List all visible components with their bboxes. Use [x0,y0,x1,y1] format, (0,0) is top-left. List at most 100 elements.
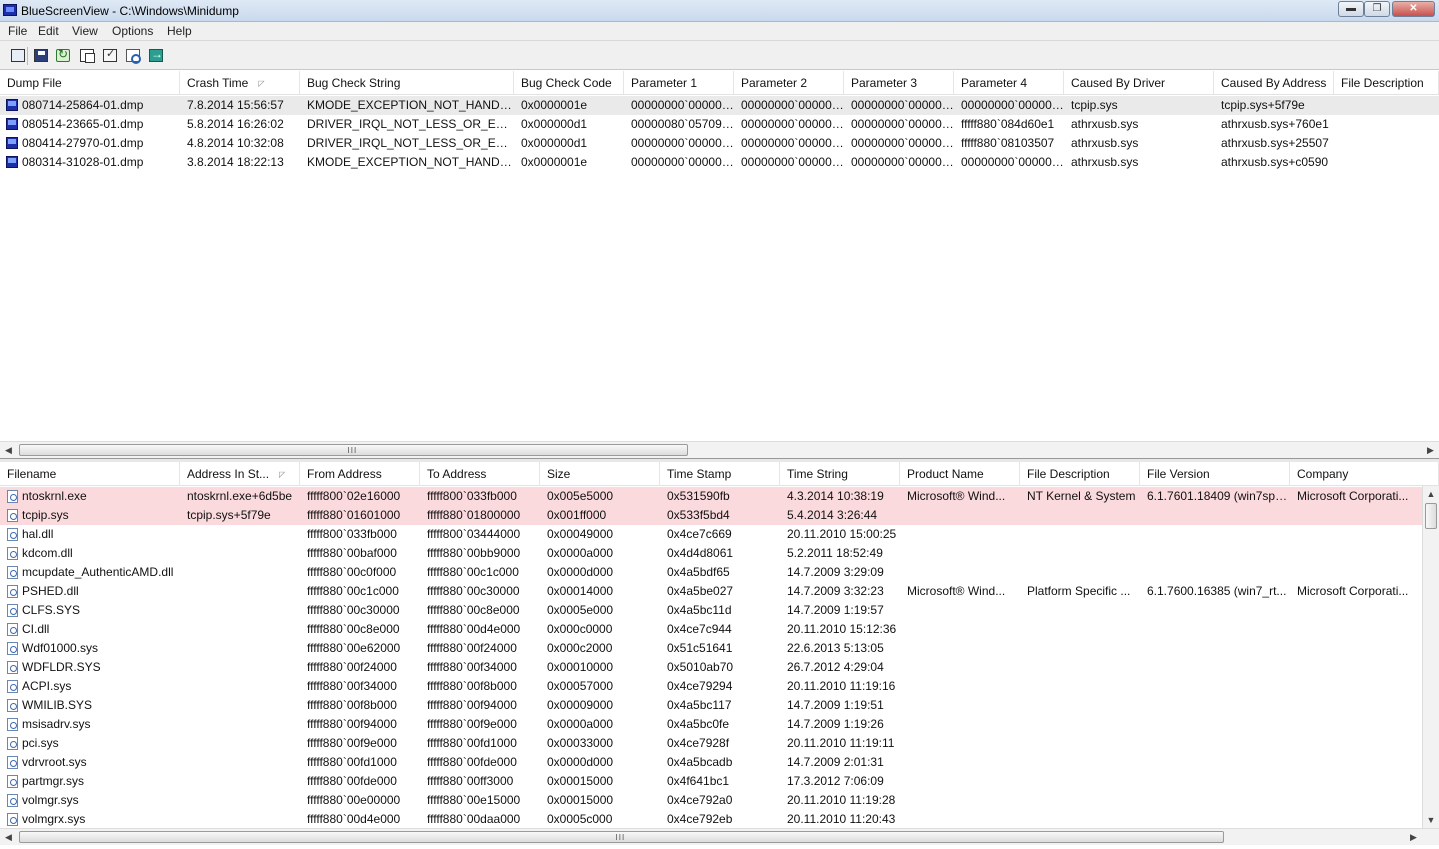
cell-to-address: fffff880`00d4e000 [427,622,521,636]
scroll-right-icon[interactable]: ▶ [1405,829,1422,846]
column-header-parameter-4[interactable]: Parameter 4 [954,71,1064,95]
scrollbar-thumb[interactable]: III [19,831,1224,843]
scroll-up-icon[interactable]: ▲ [1423,486,1439,502]
dump-horizontal-scrollbar[interactable]: ◀ III ▶ [0,441,1439,458]
driver-row[interactable]: vdrvroot.sys fffff880`00fd1000 fffff880`00… [0,753,1439,772]
column-header-product-name[interactable]: Product Name [900,462,1020,486]
driver-row[interactable]: WMILIB.SYS fffff880`00f8b000 fffff880`00f9… [0,696,1439,715]
menu-view[interactable]: View [72,24,98,38]
cell-address-in-st [180,658,300,677]
save-icon[interactable] [32,47,50,64]
minimize-button[interactable]: ▬ [1338,1,1364,17]
cell-file-description [1020,677,1140,696]
cell-to-address: fffff880`00f94000 [427,698,517,712]
column-header-address-in-stack[interactable]: Address In St... ◸ [180,462,300,486]
driver-row[interactable]: mcupdate_AuthenticAMD.dll fffff880`00c0f0… [0,563,1439,582]
driver-horizontal-scrollbar[interactable]: ◀ III ▶ [0,828,1439,845]
column-header-file-description[interactable]: File Description [1334,71,1439,95]
cell-address-in-st: tcpip.sys+5f79e [187,508,271,522]
driver-row[interactable]: msisadrv.sys fffff880`00f94000 fffff880`00… [0,715,1439,734]
menu-help[interactable]: Help [167,24,192,38]
column-header-caused-by-driver[interactable]: Caused By Driver [1064,71,1214,95]
copy-icon[interactable] [78,47,96,64]
menu-options[interactable]: Options [112,24,153,38]
dump-row[interactable]: 080514-23665-01.dmp 5.8.2014 16:26:02 DRIV… [0,115,1439,134]
cell-size: 0x00010000 [547,660,614,674]
driver-row[interactable]: ACPI.sys fffff880`00f34000 fffff880`00f8b0… [0,677,1439,696]
cell-file-version [1140,658,1290,677]
cell-address-in-st [180,544,300,563]
column-header-size[interactable]: Size [540,462,660,486]
cell-parameter-1: 00000000`000000... [631,98,734,112]
find-icon[interactable] [124,47,142,64]
driver-vertical-scrollbar[interactable]: ▲ ▼ [1422,486,1439,828]
cell-file-description [1020,506,1140,525]
dump-table-header: Dump File Crash Time ◸ Bug Check String B… [0,71,1439,95]
driver-row[interactable]: partmgr.sys fffff880`00fde000 fffff880`00f… [0,772,1439,791]
cell-company [1290,506,1422,525]
cell-to-address: fffff880`01800000 [427,508,521,522]
column-header-to-address[interactable]: To Address [420,462,540,486]
cell-address-in-st [180,772,300,791]
column-header-from-address[interactable]: From Address [300,462,420,486]
refresh-icon[interactable] [54,47,72,64]
scrollbar-thumb[interactable] [1425,503,1437,529]
column-header-bug-check-code[interactable]: Bug Check Code [514,71,624,95]
column-header-bug-check-string[interactable]: Bug Check String [300,71,514,95]
column-header-time-stamp[interactable]: Time Stamp [660,462,780,486]
driver-row[interactable]: PSHED.dll fffff880`00c1c000 fffff880`00c30… [0,582,1439,601]
column-header-company[interactable]: Company [1290,462,1439,486]
driver-row[interactable]: Wdf01000.sys fffff880`00e62000 fffff880`00… [0,639,1439,658]
column-header-time-string[interactable]: Time String [780,462,900,486]
properties-icon[interactable] [101,47,119,64]
column-header-label: Crash Time [187,76,249,90]
scroll-down-icon[interactable]: ▼ [1423,812,1439,828]
cell-filename: WDFLDR.SYS [22,660,101,674]
column-header-dump-file[interactable]: Dump File [0,71,180,95]
scrollbar-thumb[interactable]: III [19,444,688,456]
cell-from-address: fffff880`00e62000 [307,641,401,655]
driver-row[interactable]: tcpip.sys tcpip.sys+5f79e fffff880`0160100… [0,506,1439,525]
dump-row[interactable]: 080414-27970-01.dmp 4.8.2014 10:32:08 DRIV… [0,134,1439,153]
dump-row[interactable]: 080714-25864-01.dmp 7.8.2014 15:56:57 KMOD… [0,96,1439,115]
cell-from-address: fffff880`01601000 [307,508,401,522]
menu-file[interactable]: File [8,24,27,38]
driver-row[interactable]: CI.dll fffff880`00c8e000 fffff880`00d4e000… [0,620,1439,639]
cell-filename: tcpip.sys [22,508,69,522]
cell-caused-by-driver: athrxusb.sys [1071,155,1139,169]
menu-edit[interactable]: Edit [38,24,59,38]
driver-row[interactable]: volmgr.sys fffff880`00e00000 fffff880`00e1… [0,791,1439,810]
sort-indicator-icon: ◸ [279,470,286,479]
driver-row[interactable]: CLFS.SYS fffff880`00c30000 fffff880`00c8e0… [0,601,1439,620]
cell-company [1290,658,1422,677]
exit-icon[interactable] [147,47,165,64]
column-header-file-description[interactable]: File Description [1020,462,1140,486]
driver-row[interactable]: hal.dll fffff800`033fb000 fffff800`0344400… [0,525,1439,544]
scroll-left-icon[interactable]: ◀ [0,442,17,458]
scroll-left-icon[interactable]: ◀ [0,829,17,846]
driver-row[interactable]: WDFLDR.SYS fffff880`00f24000 fffff880`00f3… [0,658,1439,677]
cell-product-name [900,639,1020,658]
column-header-filename[interactable]: Filename [0,462,180,486]
maximize-button[interactable]: ❐ [1364,1,1390,17]
column-header-parameter-2[interactable]: Parameter 2 [734,71,844,95]
cell-time-string: 26.7.2012 4:29:04 [787,660,884,674]
cell-file-version [1140,620,1290,639]
column-header-crash-time[interactable]: Crash Time ◸ [180,71,300,95]
cell-file-description [1020,772,1140,791]
driver-row[interactable]: pci.sys fffff880`00f9e000 fffff880`00fd100… [0,734,1439,753]
close-button[interactable]: ✕ [1392,1,1435,17]
html-report-icon[interactable] [9,47,27,64]
dump-row[interactable]: 080314-31028-01.dmp 3.8.2014 18:22:13 KMOD… [0,153,1439,172]
column-header-file-version[interactable]: File Version [1140,462,1290,486]
column-header-parameter-3[interactable]: Parameter 3 [844,71,954,95]
cell-product-name [900,696,1020,715]
column-header-parameter-1[interactable]: Parameter 1 [624,71,734,95]
cell-from-address: fffff880`00fd1000 [307,755,397,769]
cell-time-string: 4.3.2014 10:38:19 [787,489,884,503]
column-header-caused-by-address[interactable]: Caused By Address [1214,71,1334,95]
scroll-right-icon[interactable]: ▶ [1422,442,1439,458]
driver-row[interactable]: kdcom.dll fffff880`00baf000 fffff880`00bb9… [0,544,1439,563]
driver-row[interactable]: volmgrx.sys fffff880`00d4e000 fffff880`00d… [0,810,1439,829]
driver-row[interactable]: ntoskrnl.exe ntoskrnl.exe+6d5be fffff800`0… [0,487,1439,506]
